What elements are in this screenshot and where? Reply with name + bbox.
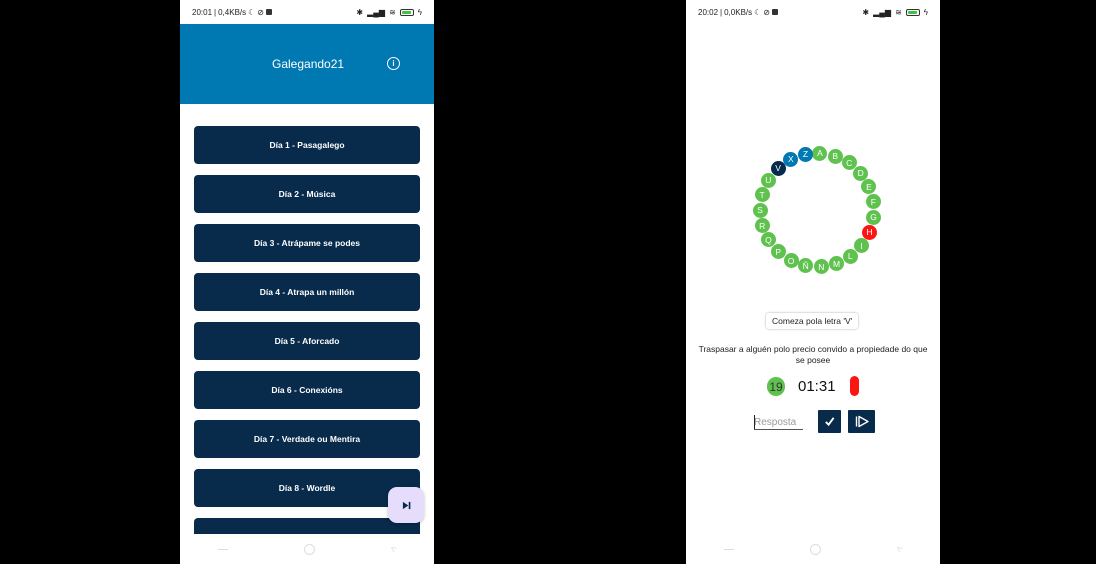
day-button-5[interactable]: Día 5 - Aforcado [194,322,420,360]
app-bar: Galegando21 i [180,24,434,104]
errors-indicator [850,376,859,396]
answer-input[interactable] [754,416,803,430]
ring-letter-z: Z [798,146,814,162]
back-icon[interactable]: < [894,543,905,555]
day-button-2[interactable]: Día 2 - Música [194,175,420,213]
moon-icon: ☾ [248,7,256,17]
ring-letter-a: A [812,145,828,161]
status-time: 20:02 [698,7,719,17]
recent-apps-icon[interactable] [217,548,228,550]
letter-hint: Comeza pola letra 'V' [766,313,859,329]
app-title: Galegando21 [272,57,345,71]
home-icon[interactable] [303,543,315,555]
day-button-4[interactable]: Día 4 - Atrapa un millón [194,273,420,311]
wifi-icon: ≋ [389,7,396,17]
check-icon [825,417,835,427]
battery-icon [905,8,920,16]
status-time: 20:01 [192,7,213,17]
day-list: Día 1 - Pasagalego Día 2 - Música Día 3 - … [194,126,420,564]
ring-letter-x: X [783,151,799,167]
day-button-7[interactable]: Día 7 - Verdade ou Mentira [194,420,420,458]
ring-letter-m: M [828,256,844,272]
phone-screen-game: 20:02 | 0,0KB/s ☾ ⊘ ✱ ▂▄▆ ≋ ϟ ABCDEFGHIL… [686,0,940,564]
charging-icon: ϟ [417,7,422,17]
score-badge: 19 [767,377,785,396]
info-icon[interactable]: i [387,57,400,70]
moon-icon: ☾ [754,7,762,17]
day-button-6[interactable]: Día 6 - Conexións [194,371,420,409]
ring-letter-f: F [865,194,881,210]
status-bar: 20:02 | 0,0KB/s ☾ ⊘ ✱ ▂▄▆ ≋ ϟ [698,7,928,17]
system-nav-bar: < [686,534,940,564]
day-button-8[interactable]: Día 8 - Wordle [194,469,420,507]
app-notification-icon [772,9,778,15]
check-button[interactable] [818,410,841,433]
skip-next-icon [402,501,410,509]
day-button-3[interactable]: Día 3 - Atrápame se podes [194,224,420,262]
mute-icon: ⊘ [763,7,770,17]
home-icon[interactable] [809,543,821,555]
definition-text: Traspasar a alguén polo precio convido a… [698,344,928,365]
ring-letter-n: N [813,259,829,275]
ring-letter-s: S [752,202,768,218]
text-caret [754,415,755,429]
app-notification-icon [266,9,272,15]
ring-letter-e: E [861,179,877,195]
phone-screen-day-list: 20:01 | 0,4KB/s ☾ ⊘ ✱ ▂▄▆ ≋ ϟ Galegando2… [180,0,434,564]
recent-apps-icon[interactable] [723,548,734,550]
ring-letter-g: G [866,209,882,225]
bluetooth-icon: ✱ [862,7,870,17]
ring-letter-u: U [760,172,776,188]
bluetooth-icon: ✱ [356,7,364,17]
timer: 01:31 [798,378,836,395]
charging-icon: ϟ [923,7,928,17]
status-bar: 20:01 | 0,4KB/s ☾ ⊘ ✱ ▂▄▆ ≋ ϟ [192,7,422,17]
ring-letter-ñ: Ñ [798,258,814,274]
back-icon[interactable]: < [388,543,399,555]
wifi-icon: ≋ [895,7,902,17]
status-network-speed: 0,4KB/s [218,7,247,17]
skip-icon [855,415,869,428]
signal-icon: ▂▄▆ [873,7,892,17]
skip-next-fab[interactable] [388,487,424,523]
ring-letter-o: O [783,253,799,269]
ring-letter-r: R [754,218,770,234]
status-network-speed: 0,0KB/s [724,7,753,17]
battery-icon [399,8,414,16]
mute-icon: ⊘ [257,7,264,17]
ring-letter-b: B [827,148,843,164]
ring-letter-p: P [770,244,786,260]
pass-button[interactable] [848,410,875,433]
day-button-1[interactable]: Día 1 - Pasagalego [194,126,420,164]
ring-letter-l: L [842,248,858,264]
ring-letter-h: H [862,224,877,240]
signal-icon: ▂▄▆ [367,7,386,17]
ring-letter-t: T [754,187,770,203]
system-nav-bar: < [180,534,434,564]
